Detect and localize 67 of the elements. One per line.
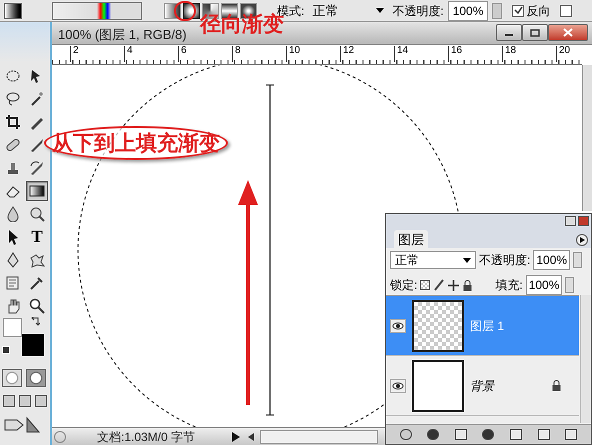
- checkbox[interactable]: [512, 4, 524, 16]
- layer-name: 图层 1: [470, 318, 506, 334]
- ruler-number: 8: [232, 46, 241, 62]
- maximize-button[interactable]: [522, 24, 548, 41]
- panel-menu-button[interactable]: [576, 234, 588, 246]
- opacity-label: 不透明度:: [479, 252, 530, 269]
- mode-dropdown[interactable]: 正常: [308, 2, 388, 20]
- lock-icon[interactable]: [463, 280, 472, 290]
- slider-arrow-button[interactable]: [573, 252, 582, 268]
- background-color-swatch[interactable]: [22, 334, 44, 356]
- ruler-number: 14: [394, 46, 408, 62]
- default-colors-icon[interactable]: [2, 346, 10, 354]
- type-tool-button[interactable]: T: [26, 227, 48, 247]
- linear-gradient-button[interactable]: [164, 2, 181, 18]
- opacity-field[interactable]: 100%: [533, 250, 570, 270]
- ruler-number: 10: [286, 46, 300, 62]
- horizontal-scrollbar[interactable]: [260, 430, 378, 444]
- standard-mode-button[interactable]: [2, 369, 22, 387]
- jump-to-imageready-icon[interactable]: [3, 416, 41, 434]
- annotation-text: 径向渐变: [200, 14, 284, 35]
- close-button[interactable]: [548, 24, 588, 41]
- gradient-picker[interactable]: [52, 2, 142, 20]
- lock-transparency-icon[interactable]: [420, 280, 430, 290]
- slider-arrow-button[interactable]: [565, 277, 574, 293]
- triangle-icon: [580, 237, 584, 243]
- opacity-field[interactable]: 100%: [448, 0, 488, 20]
- checkbox[interactable]: [560, 4, 572, 16]
- play-button[interactable]: [232, 430, 242, 442]
- move-icon[interactable]: [448, 280, 460, 290]
- layer-thumbnail: [412, 300, 464, 352]
- foreground-color-swatch[interactable]: [3, 318, 22, 337]
- ruler-number: 20: [556, 46, 570, 62]
- ruler-number: 4: [124, 46, 133, 62]
- opacity-label: 不透明度:: [392, 2, 444, 20]
- fill-label: 填充:: [495, 277, 523, 294]
- ruler-number: 18: [502, 46, 516, 62]
- gradient-tool-swatch[interactable]: [4, 2, 22, 18]
- quick-mask-button[interactable]: [26, 369, 46, 387]
- checkbox-label: 反向: [526, 2, 550, 20]
- lock-label: 锁定:: [390, 277, 418, 294]
- caret-icon: [463, 258, 471, 262]
- fill-field[interactable]: 100%: [526, 275, 562, 295]
- ruler-number: 12: [340, 46, 354, 62]
- layer-thumbnail: [412, 360, 464, 412]
- collapse-button[interactable]: [565, 216, 576, 226]
- vertical-scrollbar[interactable]: [580, 295, 591, 423]
- blend-mode-dropdown[interactable]: 正常: [390, 251, 476, 269]
- gradient-icon[interactable]: [26, 181, 48, 201]
- screen-mode-button[interactable]: [19, 395, 31, 407]
- maximize-icon: [530, 28, 540, 36]
- close-icon: [563, 28, 573, 37]
- swap-colors-icon[interactable]: [30, 317, 40, 327]
- ruler-number: 16: [448, 46, 462, 62]
- caret-icon: [376, 8, 384, 13]
- window-title: 100% (图层 1, RGB/8): [58, 26, 187, 44]
- ruler-number: 2: [70, 46, 79, 62]
- slider-arrow-button[interactable]: [492, 2, 502, 18]
- eye-icon[interactable]: [390, 378, 406, 392]
- screen-mode-button[interactable]: [3, 395, 15, 407]
- minimize-button[interactable]: [496, 24, 522, 41]
- ruler-number: 6: [178, 46, 187, 62]
- status-text: 文档:1.03M/0 字节: [96, 428, 196, 445]
- screen-mode-button[interactable]: [35, 395, 47, 407]
- layers-tab[interactable]: 图层: [394, 230, 428, 248]
- layer-name: 背景: [470, 378, 496, 394]
- vertical-scrollbar[interactable]: [582, 65, 592, 211]
- eye-icon[interactable]: [390, 318, 406, 332]
